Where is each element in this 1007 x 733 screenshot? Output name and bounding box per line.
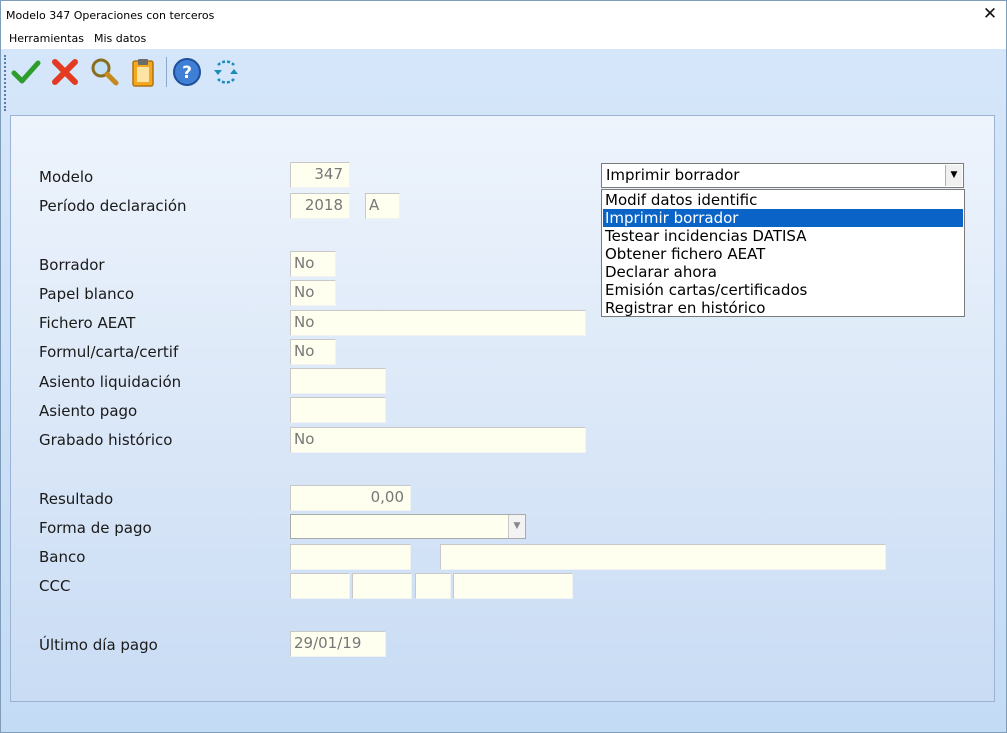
app-window: Modelo 347 Operaciones con terceros ✕ He…	[0, 0, 1007, 733]
help-icon[interactable]: ?	[171, 56, 205, 90]
forma-pago-select[interactable]: ▼	[290, 514, 526, 539]
label-borrador: Borrador	[39, 256, 105, 274]
grabado-historico-field[interactable]: No	[290, 427, 586, 453]
modelo-field[interactable]: 347	[290, 162, 350, 188]
asiento-pago-field[interactable]	[290, 397, 386, 423]
banco-code-field[interactable]	[290, 544, 411, 570]
action-dropdown[interactable]: Imprimir borrador ▼	[601, 163, 964, 188]
title-bar: Modelo 347 Operaciones con terceros ✕	[1, 1, 1006, 29]
action-dropdown-value: Imprimir borrador	[606, 166, 740, 184]
toolbar-grip[interactable]	[4, 55, 6, 111]
dropdown-option[interactable]: Testear incidencias DATISA	[603, 227, 963, 245]
asiento-liquidacion-field[interactable]	[290, 368, 386, 394]
refresh-arrows-icon[interactable]	[210, 56, 244, 90]
label-modelo: Modelo	[39, 168, 94, 186]
action-dropdown-list: Modif datos identific Imprimir borrador …	[601, 189, 965, 317]
label-grabado-historico: Grabado histórico	[39, 431, 173, 449]
periodo-field[interactable]: A	[365, 193, 400, 219]
ultimo-dia-pago-field[interactable]: 29/01/19	[290, 631, 386, 657]
resultado-field[interactable]: 0,00	[290, 485, 411, 511]
toolbar-separator	[166, 57, 167, 87]
label-ccc: CCC	[39, 577, 71, 595]
label-papel-blanco: Papel blanco	[39, 285, 135, 303]
ccc-entidad-field[interactable]	[290, 573, 350, 599]
dropdown-option[interactable]: Obtener fichero AEAT	[603, 245, 963, 263]
toolbar: ?	[1, 49, 1006, 111]
cancel-x-icon[interactable]	[49, 56, 83, 90]
banco-name-field[interactable]	[440, 544, 886, 570]
dropdown-option[interactable]: Modif datos identific	[603, 191, 963, 209]
dropdown-option[interactable]: Emisión cartas/certificados	[603, 281, 963, 299]
fichero-aeat-field[interactable]: No	[290, 310, 586, 336]
label-asiento-liquidacion: Asiento liquidación	[39, 373, 182, 391]
label-formul: Formul/carta/certif	[39, 343, 179, 361]
dropdown-option[interactable]: Registrar en histórico	[603, 299, 963, 317]
papel-blanco-field[interactable]: No	[290, 280, 336, 306]
formul-field[interactable]: No	[290, 339, 336, 365]
clipboard-icon[interactable]	[127, 56, 161, 90]
window-title: Modelo 347 Operaciones con terceros	[6, 9, 215, 22]
check-icon[interactable]	[10, 56, 44, 90]
label-forma-pago: Forma de pago	[39, 519, 152, 537]
svg-text:?: ?	[182, 63, 192, 83]
dropdown-option-selected[interactable]: Imprimir borrador	[603, 209, 963, 227]
menu-herramientas[interactable]: Herramientas	[9, 32, 84, 45]
dropdown-option[interactable]: Declarar ahora	[603, 263, 963, 281]
label-banco: Banco	[39, 548, 86, 566]
search-magnifier-icon[interactable]	[88, 56, 122, 90]
close-button[interactable]: ✕	[980, 5, 1000, 25]
label-fichero-aeat: Fichero AEAT	[39, 314, 136, 332]
chevron-down-icon[interactable]: ▼	[508, 515, 525, 538]
menu-mis-datos[interactable]: Mis datos	[94, 32, 146, 45]
chevron-down-icon[interactable]: ▼	[945, 165, 962, 186]
label-resultado: Resultado	[39, 490, 114, 508]
periodo-year-field[interactable]: 2018	[290, 193, 350, 219]
ccc-cuenta-field[interactable]	[453, 573, 573, 599]
menu-bar: Herramientas Mis datos	[1, 29, 1006, 49]
label-periodo: Período declaración	[39, 197, 187, 215]
label-ultimo-dia-pago: Último día pago	[39, 636, 158, 654]
label-asiento-pago: Asiento pago	[39, 402, 138, 420]
ccc-dc-field[interactable]	[415, 573, 451, 599]
borrador-field[interactable]: No	[290, 251, 336, 277]
ccc-oficina-field[interactable]	[352, 573, 412, 599]
